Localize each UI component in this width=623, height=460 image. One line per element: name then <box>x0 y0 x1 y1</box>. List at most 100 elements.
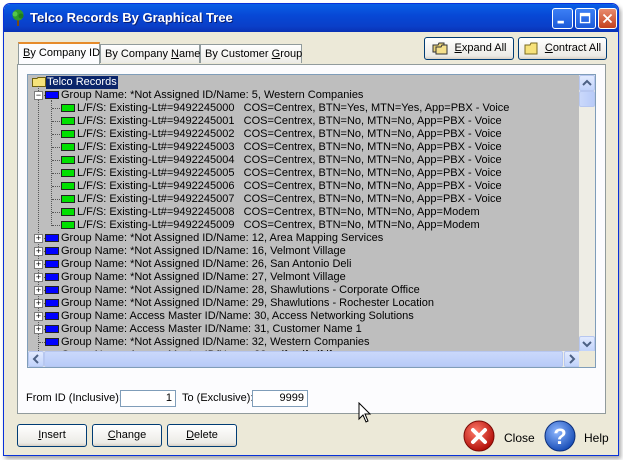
tab-by-customer-group[interactable]: By Customer Group <box>200 44 302 63</box>
minimize-button[interactable] <box>552 8 573 29</box>
line-node-icon <box>61 195 75 203</box>
tree-line-node[interactable]: L/F/S: Existing-Lt#=9492245008 COS=Centr… <box>28 206 580 219</box>
collapse-toggle-icon[interactable]: − <box>34 91 43 100</box>
tree-line-node[interactable]: L/F/S: Existing-Lt#=9492245003 COS=Centr… <box>28 141 580 154</box>
tree-line-node[interactable]: L/F/S: Existing-Lt#=9492245000 COS=Centr… <box>28 102 580 115</box>
close-button[interactable]: Close <box>463 419 538 453</box>
svg-text:?: ? <box>553 424 566 449</box>
contract-accel: C <box>544 42 553 54</box>
line-node-icon <box>61 169 75 177</box>
records-tree[interactable]: Telco Records − Group Name: *Not Assigned … <box>27 74 596 368</box>
change-button[interactable]: Change <box>92 424 162 447</box>
to-id-input[interactable]: 9999 <box>252 390 308 407</box>
app-window: Telco Records By Graphical Tree By Compa… <box>3 3 619 456</box>
group-node-icon <box>45 325 59 333</box>
tree-line-node[interactable]: L/F/S: Existing-Lt#=9492245007 COS=Centr… <box>28 193 580 206</box>
expand-toggle-icon[interactable]: + <box>34 299 43 308</box>
tree-root[interactable]: Telco Records <box>28 76 580 89</box>
contract-label: ontract All <box>552 42 602 54</box>
tree-group-node[interactable]: + Group Name: *Not Assigned ID/Name: 16, … <box>28 245 580 258</box>
tree-group-node[interactable]: + Group Name: Access Master ID/Name: 31, … <box>28 323 580 336</box>
line-node-icon <box>61 208 75 216</box>
tab-panel: Telco Records − Group Name: *Not Assigned … <box>17 64 606 414</box>
line-node-icon <box>61 130 75 138</box>
close-window-button[interactable] <box>598 8 617 29</box>
tab-label: ame <box>178 48 201 60</box>
help-label: Help <box>584 431 609 445</box>
tree-group-node[interactable]: + Group Name: *Not Assigned ID/Name: 28, … <box>28 284 580 297</box>
tree-line-node[interactable]: L/F/S: Existing-Lt#=9492245001 COS=Centr… <box>28 115 580 128</box>
vertical-scrollbar[interactable] <box>579 75 595 352</box>
tree-line-node[interactable]: L/F/S: Existing-Lt#=9492245002 COS=Centr… <box>28 128 580 141</box>
tree-node-label: Group Name: Access Master ID/Name: 30, A… <box>61 310 414 322</box>
from-id-label: From ID (Inclusive): <box>26 392 122 404</box>
delete-button[interactable]: Delete <box>167 424 237 447</box>
tree-group-node[interactable]: − Group Name: *Not Assigned ID/Name: 5, W… <box>28 89 580 102</box>
tab-by-company-id[interactable]: By Company ID <box>18 42 100 64</box>
tree-node-label: Group Name: *Not Assigned ID/Name: 26, S… <box>61 258 352 270</box>
tab-by-company-name[interactable]: By Company Name <box>100 44 200 63</box>
expand-toggle-icon[interactable]: + <box>34 286 43 295</box>
red-x-icon <box>463 420 495 452</box>
scroll-down-button[interactable] <box>579 336 595 352</box>
tree-group-node[interactable]: + Group Name: *Not Assigned ID/Name: 12, … <box>28 232 580 245</box>
line-node-icon <box>61 156 75 164</box>
expand-toggle-icon[interactable]: + <box>34 260 43 269</box>
tree-line-node[interactable]: L/F/S: Existing-Lt#=9492245006 COS=Centr… <box>28 180 580 193</box>
expand-toggle-icon[interactable]: + <box>34 325 43 334</box>
scroll-right-button[interactable] <box>564 351 580 367</box>
tab-label: By Customer <box>205 48 272 60</box>
maximize-button[interactable] <box>575 8 596 29</box>
expand-toggle-icon[interactable]: + <box>34 273 43 282</box>
tree-group-node[interactable]: + Group Name: Access Master ID/Name: 30, … <box>28 310 580 323</box>
tree-icon <box>12 9 24 26</box>
help-button[interactable]: ? Help <box>544 419 614 453</box>
line-node-icon <box>61 117 75 125</box>
horizontal-scroll-thumb[interactable] <box>44 351 563 367</box>
insert-button[interactable]: Insert <box>17 424 87 447</box>
tree-node-label: L/F/S: Existing-Lt#=9492245001 COS=Centr… <box>77 115 502 127</box>
tab-label: roup <box>280 48 303 60</box>
scroll-up-button[interactable] <box>579 75 595 91</box>
delete-accel: D <box>186 429 195 441</box>
tree-group-node[interactable]: Group Name: *Not Assigned ID/Name: 32, W… <box>28 336 580 349</box>
expand-toggle-icon[interactable]: + <box>34 234 43 243</box>
tree-group-node[interactable]: + Group Name: *Not Assigned ID/Name: 27, … <box>28 271 580 284</box>
maximize-icon <box>579 12 591 24</box>
title-bar[interactable]: Telco Records By Graphical Tree <box>4 4 618 32</box>
scroll-left-button[interactable] <box>28 351 44 367</box>
mouse-cursor-icon <box>358 402 372 423</box>
group-node-icon <box>45 299 59 307</box>
expand-all-button[interactable]: Expand All <box>424 37 514 60</box>
expand-toggle-icon[interactable]: + <box>34 247 43 256</box>
tree-node-label: L/F/S: Existing-Lt#=9492245009 COS=Centr… <box>77 219 480 231</box>
contract-all-button[interactable]: Contract All <box>518 37 607 60</box>
tab-accel: N <box>171 48 179 60</box>
to-id-label: To (Exclusive): <box>182 392 254 404</box>
tree-node-label: Group Name: *Not Assigned ID/Name: 27, V… <box>61 271 346 283</box>
tree-group-node[interactable]: + Group Name: *Not Assigned ID/Name: 26, … <box>28 258 580 271</box>
tree-line-node[interactable]: L/F/S: Existing-Lt#=9492245005 COS=Centr… <box>28 167 580 180</box>
tree-node-label: Group Name: *Not Assigned ID/Name: 32, W… <box>61 336 370 348</box>
minimize-icon <box>557 20 564 24</box>
tree-line-node[interactable]: L/F/S: Existing-Lt#=9492245009 COS=Centr… <box>28 219 580 232</box>
line-node-icon <box>61 143 75 151</box>
group-node-icon <box>45 286 59 294</box>
group-node-icon <box>45 91 59 99</box>
horizontal-scrollbar[interactable] <box>28 351 580 367</box>
group-node-icon <box>45 234 59 242</box>
open-folders-icon <box>432 42 447 55</box>
tree-node-label: L/F/S: Existing-Lt#=9492245002 COS=Centr… <box>77 128 502 140</box>
vertical-scroll-thumb[interactable] <box>579 91 595 107</box>
tree-node-label: L/F/S: Existing-Lt#=9492245005 COS=Centr… <box>77 167 502 179</box>
expand-toggle-icon[interactable]: + <box>34 312 43 321</box>
tree-node-label: L/F/S: Existing-Lt#=9492245003 COS=Centr… <box>77 141 502 153</box>
tree-group-node[interactable]: + Group Name: *Not Assigned ID/Name: 29, … <box>28 297 580 310</box>
from-id-input[interactable]: 1 <box>120 390 176 407</box>
tree-root-label: Telco Records <box>46 76 118 89</box>
tree-node-label: L/F/S: Existing-Lt#=9492245000 COS=Centr… <box>77 102 510 114</box>
tree-line-node[interactable]: L/F/S: Existing-Lt#=9492245004 COS=Centr… <box>28 154 580 167</box>
group-node-icon <box>45 247 59 255</box>
delete-label: elete <box>194 429 218 441</box>
group-node-icon <box>45 260 59 268</box>
